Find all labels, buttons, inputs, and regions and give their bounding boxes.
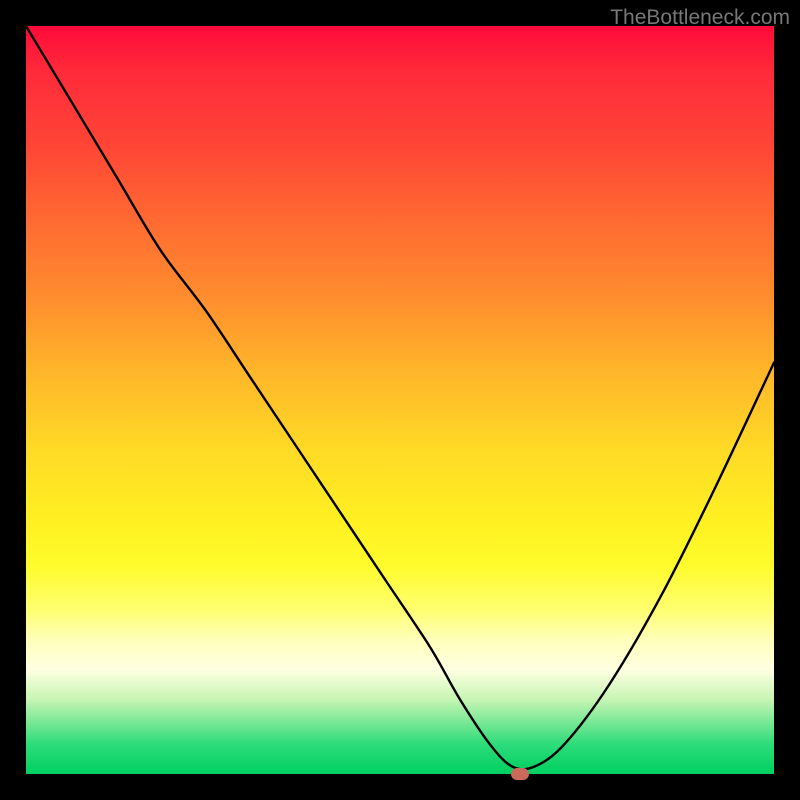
bottleneck-curve xyxy=(26,26,774,774)
plot-area xyxy=(26,26,774,774)
chart-container: TheBottleneck.com xyxy=(0,0,800,800)
minimum-marker xyxy=(511,768,529,780)
watermark-text: TheBottleneck.com xyxy=(610,6,790,30)
